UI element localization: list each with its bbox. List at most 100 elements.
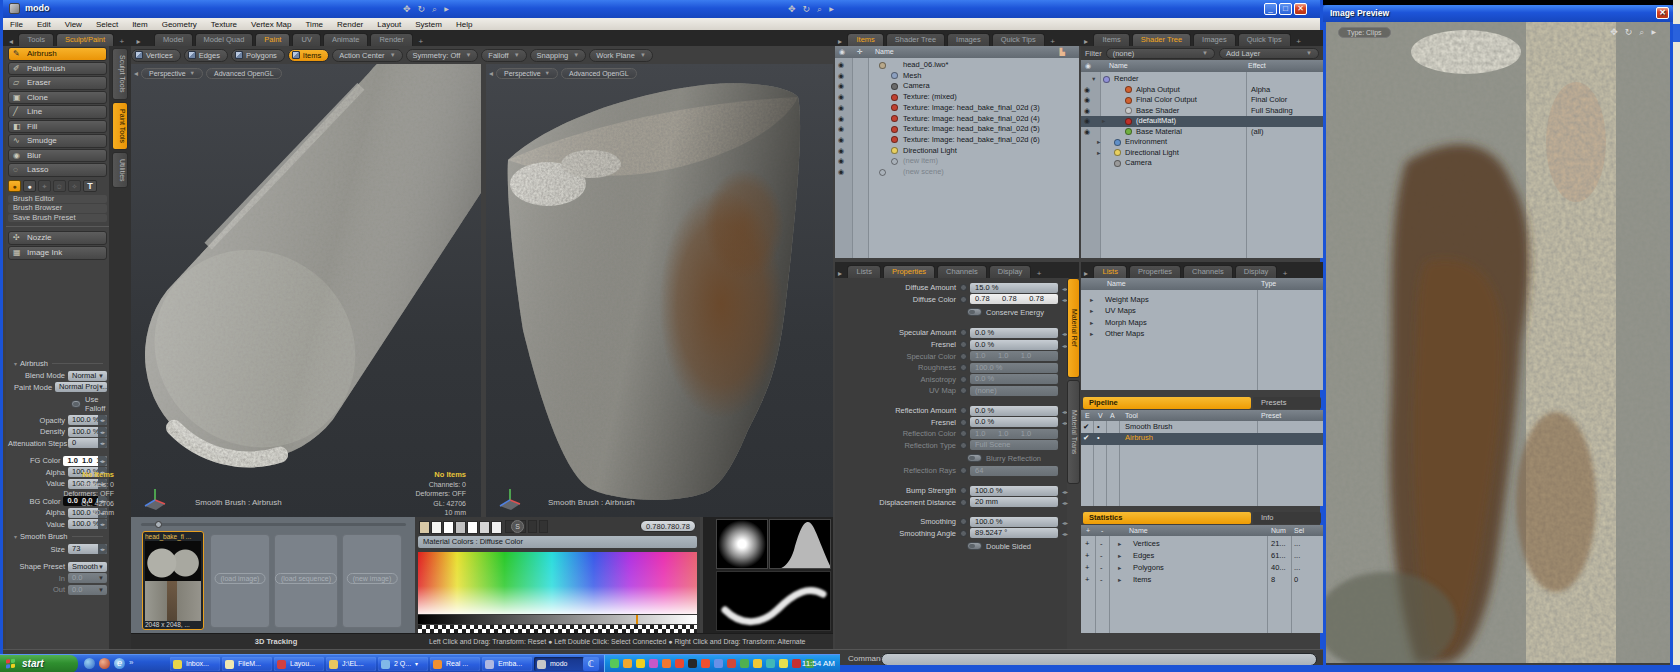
- use-falloff-checkbox[interactable]: [71, 400, 81, 408]
- eye-icon[interactable]: ◉: [838, 136, 844, 144]
- layout-tab[interactable]: Paint: [255, 33, 290, 46]
- collapse-minus[interactable]: -: [1100, 575, 1103, 584]
- collapse-icon[interactable]: ▾: [14, 360, 17, 367]
- task-button[interactable]: Layou...: [274, 657, 324, 671]
- tray-icon[interactable]: [714, 659, 723, 668]
- preset-column-header[interactable]: Preset: [1261, 410, 1281, 422]
- zoom-icon[interactable]: ⌕: [1639, 27, 1644, 38]
- shader-row[interactable]: ► Environment: [1081, 137, 1323, 148]
- view-type-button[interactable]: Perspective▼: [496, 68, 558, 79]
- tray-icon[interactable]: [753, 659, 762, 668]
- add-layout-tab[interactable]: +: [119, 37, 124, 46]
- stat-row[interactable]: + - ► Vertices 21... ...: [1081, 539, 1323, 550]
- color-swatch[interactable]: [479, 521, 490, 534]
- layout-tab[interactable]: Render: [370, 33, 413, 46]
- map-row[interactable]: ► UV Maps: [1081, 306, 1323, 317]
- more-icon[interactable]: ▶: [444, 4, 449, 15]
- channel-button[interactable]: [960, 499, 967, 506]
- tool-button[interactable]: ▱Eraser: [8, 76, 107, 90]
- channel-button[interactable]: [960, 341, 967, 348]
- value-field[interactable]: 0.0▼: [68, 585, 107, 595]
- shader-row[interactable]: ◉ ► (defaultMat): [1081, 116, 1323, 127]
- visible-dot[interactable]: •: [1097, 422, 1100, 431]
- num-column-header[interactable]: Num: [1271, 525, 1286, 537]
- channel-button[interactable]: [960, 407, 967, 414]
- tray-icon[interactable]: [688, 659, 697, 668]
- eye-icon[interactable]: ◉: [838, 61, 844, 69]
- menu-item[interactable]: Geometry: [155, 20, 204, 29]
- side-tab[interactable]: Utilities: [112, 152, 128, 189]
- channel-button[interactable]: [960, 487, 967, 494]
- more-icon[interactable]: ▶: [1651, 27, 1656, 38]
- value-field[interactable]: 0.0 %◂▸: [970, 340, 1058, 350]
- quicklaunch-overflow[interactable]: »: [129, 658, 133, 669]
- shader-row[interactable]: ◉ Final Color Output Final Color: [1081, 95, 1323, 106]
- preview-titlebar[interactable]: Image Preview ✕: [1323, 5, 1673, 22]
- zoom-icon[interactable]: ⌕: [817, 4, 822, 15]
- value-field[interactable]: 0.0 %◂▸: [970, 417, 1058, 427]
- panel-tab[interactable]: Properties: [883, 265, 935, 278]
- value-field[interactable]: 89.5247 °◂▸: [970, 528, 1058, 538]
- collapse-minus[interactable]: -: [1100, 563, 1103, 572]
- tool-button[interactable]: ✎Airbrush: [8, 47, 107, 61]
- tab-scroll-left[interactable]: ◂: [9, 37, 13, 46]
- presets-header[interactable]: Presets: [1253, 397, 1321, 409]
- statistics-header[interactable]: Statistics: [1083, 512, 1251, 524]
- value-field[interactable]: 20 mm◂▸: [970, 497, 1058, 507]
- enable-check[interactable]: ✔: [1083, 433, 1089, 442]
- panel-tab[interactable]: Display: [1235, 265, 1278, 278]
- expand-plus[interactable]: +: [1085, 539, 1089, 548]
- spinner[interactable]: ◂▸: [98, 438, 107, 448]
- thumb-size-slider[interactable]: [141, 521, 406, 528]
- toolbar-dropdown[interactable]: Symmetry: Off▼: [406, 49, 479, 62]
- start-button[interactable]: start: [0, 655, 78, 672]
- value-field[interactable]: 100.0 %◂▸: [970, 517, 1058, 527]
- picker-mode-header[interactable]: Material Colors : Diffuse Color: [418, 536, 697, 548]
- channel-button[interactable]: [960, 530, 967, 537]
- channel-button[interactable]: [960, 296, 967, 303]
- palette-icon[interactable]: ▙: [1060, 46, 1065, 58]
- value-gradient[interactable]: [418, 615, 697, 624]
- tool-button[interactable]: ∿Smudge: [8, 134, 107, 148]
- shader-row[interactable]: ◉ Base Shader Full Shading: [1081, 106, 1323, 117]
- pipeline-row[interactable]: ✔ • Smooth Brush: [1081, 422, 1323, 433]
- tray-icon[interactable]: [636, 659, 645, 668]
- item-row[interactable]: ◉ Texture: Image: head_bake_final_02d (5…: [835, 124, 1079, 135]
- value-field[interactable]: 100.0 %◂▸: [68, 415, 107, 425]
- tray-icon[interactable]: [701, 659, 710, 668]
- add-tab[interactable]: +: [1037, 269, 1042, 278]
- color-swatch[interactable]: [491, 521, 502, 534]
- name-column-header[interactable]: Name: [875, 46, 894, 58]
- collapse-icon[interactable]: ◂: [489, 69, 493, 78]
- menu-item[interactable]: View: [58, 20, 89, 29]
- eye-icon[interactable]: ◉: [1084, 128, 1090, 136]
- channel-button[interactable]: [960, 442, 967, 449]
- slider-handle[interactable]: [155, 521, 162, 528]
- toolbar-dropdown[interactable]: Falloff▼: [481, 49, 526, 62]
- rotate-icon[interactable]: ↻: [803, 4, 811, 15]
- item-row[interactable]: ◉ Directional Light: [835, 146, 1079, 157]
- load-image-tile[interactable]: (load image): [210, 534, 270, 628]
- layout-tab[interactable]: Model Quad: [195, 33, 254, 46]
- task-button[interactable]: 2 Q... ▾: [378, 657, 428, 671]
- panel-tab[interactable]: Quick Tips: [992, 33, 1045, 46]
- brush-tip-soft[interactable]: ●: [8, 180, 21, 192]
- spinner[interactable]: ◂▸: [98, 456, 107, 466]
- menu-item[interactable]: Layout: [370, 20, 408, 29]
- add-tab[interactable]: +: [1283, 269, 1288, 278]
- name-column-header[interactable]: Name: [1129, 525, 1148, 537]
- dropdown-field[interactable]: Normal▼: [68, 371, 107, 381]
- color-swatch[interactable]: [443, 521, 454, 534]
- task-button[interactable]: modo: [534, 657, 584, 671]
- spinner[interactable]: ◂▸: [98, 415, 107, 425]
- swatch-save-button[interactable]: S: [511, 520, 524, 533]
- item-row[interactable]: ◉ Mesh: [835, 71, 1079, 82]
- toolbar-dropdown[interactable]: Snapping▼: [530, 49, 587, 62]
- item-row[interactable]: ◉ Texture: Image: head_bake_final_02d (3…: [835, 103, 1079, 114]
- color-swatch[interactable]: [455, 521, 466, 534]
- channel-button[interactable]: [960, 419, 967, 426]
- eye-icon[interactable]: ◉: [838, 82, 844, 90]
- more-icon[interactable]: ▶: [829, 4, 834, 15]
- tool-column-header[interactable]: Tool: [1125, 410, 1138, 422]
- value-field[interactable]: 0.0 %◂▸: [970, 328, 1058, 338]
